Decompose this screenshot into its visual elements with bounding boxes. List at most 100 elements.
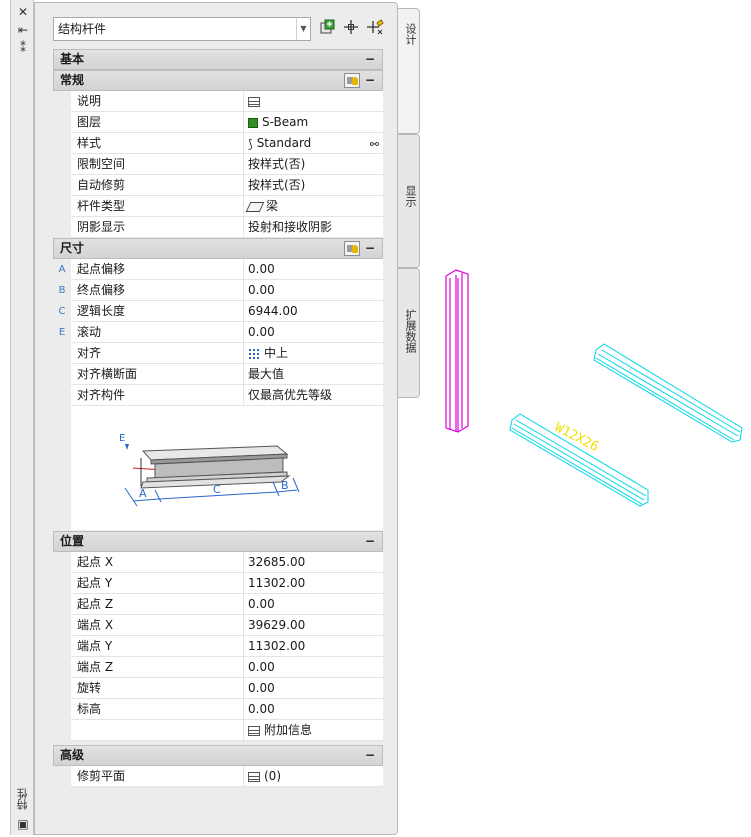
property-row-justify-components[interactable]: 对齐构件 仅最高优先等级 — [53, 385, 383, 406]
property-value[interactable]: 0.00 — [243, 594, 383, 615]
property-value[interactable]: 仅最高优先等级 — [243, 385, 383, 406]
property-row-elevation[interactable]: 标高 0.00 — [53, 699, 383, 720]
property-name: 起点偏移 — [71, 259, 243, 280]
property-value[interactable]: 11302.00 — [243, 573, 383, 594]
property-row-shadow-display[interactable]: 阴影显示 投射和接收阴影 — [53, 217, 383, 238]
beam-lower-middle — [509, 413, 649, 507]
property-row-start-offset[interactable]: A 起点偏移 0.00 — [53, 259, 383, 280]
binoculars-icon[interactable]: ⚯ — [370, 135, 379, 153]
palette-menu-icon[interactable]: ▣ — [14, 816, 32, 832]
auto-hide-icon[interactable]: ⇤ — [14, 22, 32, 38]
object-type-select[interactable]: 结构杆件 ▼ — [53, 17, 311, 41]
property-row-end-offset[interactable]: B 终点偏移 0.00 — [53, 280, 383, 301]
property-row-rotation[interactable]: 旋转 0.00 — [53, 678, 383, 699]
section-label: 常规 — [60, 73, 85, 87]
property-row-logical-length[interactable]: C 逻辑长度 6944.00 — [53, 301, 383, 322]
property-name: 阴影显示 — [71, 217, 243, 238]
property-value[interactable]: 最大值 — [243, 364, 383, 385]
property-row-end-x[interactable]: 端点 X 39629.00 — [53, 615, 383, 636]
tab-design[interactable]: 设计 — [398, 8, 420, 134]
palette-options-icon[interactable]: ⁑ — [14, 40, 32, 56]
property-value[interactable]: 0.00 — [243, 280, 383, 301]
property-name: 对齐横断面 — [71, 364, 243, 385]
section-advanced[interactable]: 高级 − — [53, 745, 383, 766]
property-row-justify[interactable]: 对齐 中上 — [53, 343, 383, 364]
property-name: 图层 — [71, 112, 243, 133]
property-row-trim-planes[interactable]: 修剪平面 (0) — [53, 766, 383, 787]
property-value[interactable]: 11302.00 — [243, 636, 383, 657]
property-value[interactable]: 0.00 — [243, 657, 383, 678]
select-objects-icon[interactable] — [365, 19, 385, 39]
chevron-down-icon[interactable]: ▼ — [296, 18, 310, 40]
section-basic[interactable]: 基本 − — [53, 49, 383, 70]
section-label: 位置 — [60, 534, 85, 548]
table-icon[interactable] — [248, 725, 260, 736]
section-location[interactable]: 位置 − — [53, 531, 383, 552]
tab-extended-data[interactable]: 扩展数据 — [398, 268, 420, 398]
property-name: 起点 Z — [71, 594, 243, 615]
close-icon[interactable]: ✕ — [14, 4, 32, 20]
table-icon[interactable] — [248, 771, 260, 782]
property-row-end-y[interactable]: 端点 Y 11302.00 — [53, 636, 383, 657]
property-row-roll[interactable]: E 滚动 0.00 — [53, 322, 383, 343]
section-dimensions[interactable]: 尺寸 − — [53, 238, 383, 259]
model-space-canvas[interactable]: W12X26 — [420, 0, 751, 837]
beam-upper-right — [593, 343, 743, 443]
properties-palette: 结构杆件 ▼ 基本 − 常规 − 说明 图层 S-Beam 样式 ⟆ Stand… — [34, 2, 398, 835]
property-name: 样式 — [71, 133, 243, 154]
property-name: 自动修剪 — [71, 175, 243, 196]
property-row-additional-info[interactable]: 附加信息 — [53, 720, 383, 741]
selected-beam — [445, 269, 469, 433]
add-to-selection-icon[interactable] — [317, 19, 337, 39]
collapse-icon[interactable]: − — [364, 746, 376, 765]
property-value[interactable]: 0.00 — [243, 322, 383, 343]
property-name: 起点 X — [71, 552, 243, 573]
property-value[interactable]: 6944.00 — [243, 301, 383, 322]
property-row-member-type[interactable]: 杆件类型 梁 — [53, 196, 383, 217]
property-name: 终点偏移 — [71, 280, 243, 301]
property-value[interactable]: (0) — [243, 766, 383, 787]
property-row-start-z[interactable]: 起点 Z 0.00 — [53, 594, 383, 615]
property-row-style[interactable]: 样式 ⟆ Standard ⚯ — [53, 133, 383, 154]
additional-info-link[interactable]: 附加信息 — [264, 723, 312, 737]
property-value[interactable]: 32685.00 — [243, 552, 383, 573]
tab-label: 显示 — [404, 185, 417, 207]
quick-select-icon[interactable] — [341, 19, 361, 39]
model-drawing[interactable]: W12X26 — [420, 0, 751, 837]
tab-display[interactable]: 显示 — [398, 134, 420, 268]
collapse-icon[interactable]: − — [364, 532, 376, 551]
collapse-icon[interactable]: − — [364, 239, 376, 258]
dimension-key: E — [53, 322, 71, 343]
property-row-description[interactable]: 说明 — [53, 91, 383, 112]
diagram-label-a: A — [139, 487, 147, 500]
property-value[interactable]: 0.00 — [243, 678, 383, 699]
collapse-icon[interactable]: − — [364, 71, 376, 90]
property-value[interactable]: ⟆ Standard ⚯ — [243, 133, 383, 154]
property-row-auto-trim[interactable]: 自动修剪 按样式(否) — [53, 175, 383, 196]
property-row-space-restrict[interactable]: 限制空间 按样式(否) — [53, 154, 383, 175]
section-general[interactable]: 常规 − — [53, 70, 383, 91]
collapse-icon[interactable]: − — [364, 50, 376, 69]
property-value[interactable]: 按样式(否) — [243, 154, 383, 175]
property-name — [71, 720, 243, 741]
property-value[interactable]: 中上 — [243, 343, 383, 364]
property-row-layer[interactable]: 图层 S-Beam — [53, 112, 383, 133]
table-icon[interactable] — [248, 96, 260, 107]
property-value[interactable]: 按样式(否) — [243, 175, 383, 196]
property-value[interactable]: 梁 — [243, 196, 383, 217]
quick-properties-icon[interactable] — [344, 241, 360, 256]
property-value[interactable]: 投射和接收阴影 — [243, 217, 383, 238]
property-value[interactable] — [243, 91, 383, 112]
property-value[interactable]: 附加信息 — [243, 720, 383, 741]
property-row-justify-section[interactable]: 对齐横断面 最大值 — [53, 364, 383, 385]
section-label: 高级 — [60, 748, 85, 762]
property-value[interactable]: 0.00 — [243, 259, 383, 280]
property-value[interactable]: 0.00 — [243, 699, 383, 720]
quick-properties-icon[interactable] — [344, 73, 360, 88]
property-value[interactable]: 39629.00 — [243, 615, 383, 636]
property-row-start-x[interactable]: 起点 X 32685.00 — [53, 552, 383, 573]
property-value[interactable]: S-Beam — [243, 112, 383, 133]
property-name: 旋转 — [71, 678, 243, 699]
property-row-start-y[interactable]: 起点 Y 11302.00 — [53, 573, 383, 594]
property-row-end-z[interactable]: 端点 Z 0.00 — [53, 657, 383, 678]
